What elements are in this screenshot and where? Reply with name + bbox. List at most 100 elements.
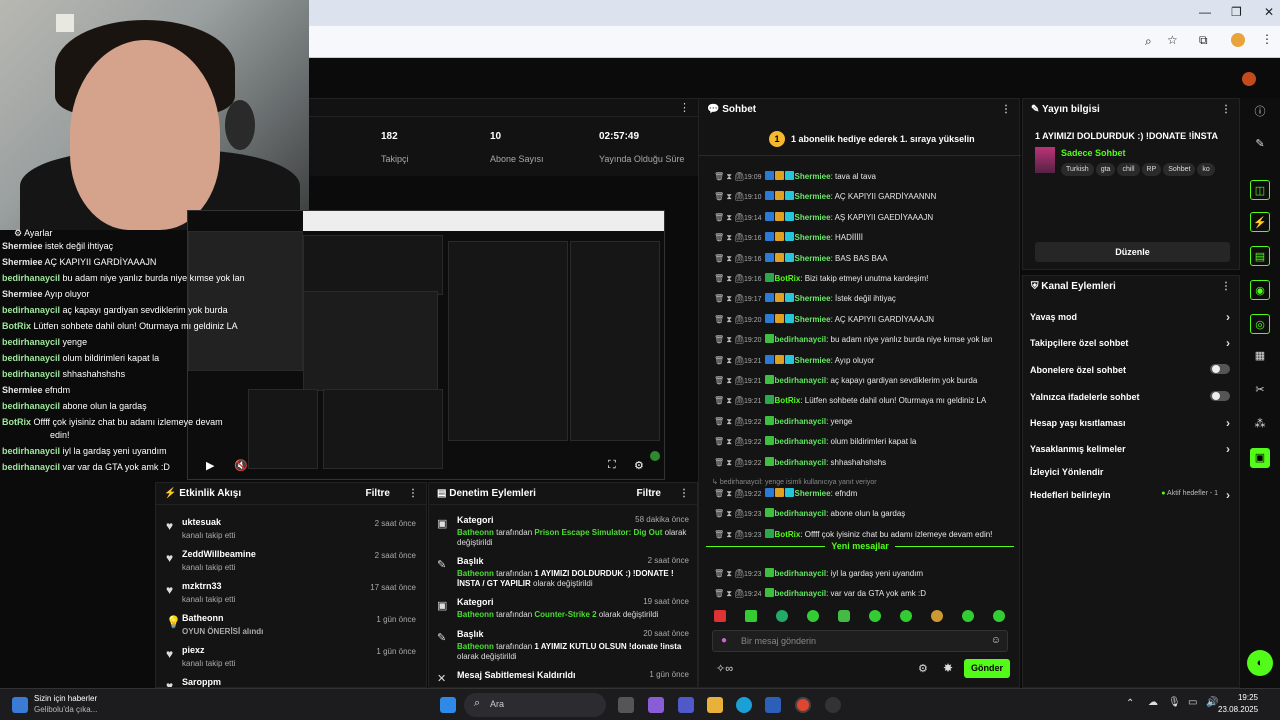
mod-controls-icon[interactable]: 🗑 ⧗ ⏲ [714,376,744,386]
chat-message[interactable]: 🗑 ⧗ ⏲19:22 bedirhanaycil: shhashahshshs [714,456,886,473]
chat-message[interactable]: 🗑 ⧗ ⏲19:20 bedirhanaycil: bu adam niye ya… [714,334,992,350]
search-box[interactable]: ⌕ Ara [464,693,606,717]
tag[interactable]: Turkish [1061,163,1094,176]
document-icon[interactable]: ▤ [1250,246,1270,266]
chat-username[interactable]: bedirhanaycil [775,509,827,518]
mod-controls-icon[interactable]: 🗑 ⧗ ⏲ [714,417,744,427]
mod-controls-icon[interactable]: 🗑 ⧗ ⏲ [714,315,744,325]
chrome-icon[interactable] [795,697,811,713]
mod-controls-icon[interactable]: 🗑 ⧗ ⏲ [714,396,744,406]
restore-icon[interactable]: ❐ [1231,5,1242,19]
emote-icon[interactable] [776,610,788,622]
stream-preview[interactable]: ▶ 🔇 ⛶ ⚙ [187,210,665,480]
chat-username[interactable]: Shermiee [795,192,831,201]
obs-icon[interactable] [825,697,841,713]
mod-controls-icon[interactable]: 🗑 ⧗ ⏲ [714,569,744,579]
mod-controls-icon[interactable]: 🗑 ⧗ ⏲ [714,335,744,345]
chat-message[interactable]: 🗑 ⧗ ⏲19:23 bedirhanaycil: iyl la gardaş y… [714,568,923,584]
tag[interactable]: ko [1197,163,1215,176]
action-subscribers-only[interactable]: Abonelere özel sohbet [1030,364,1230,375]
tag[interactable]: chill [1117,163,1140,176]
fullscreen-icon[interactable]: ⛶ [608,459,616,472]
clock-date[interactable]: 23.08.2025 [1218,705,1258,714]
emoji-icon[interactable]: ☺ [991,635,1001,646]
chat-settings-icon[interactable]: ⚙ [918,662,928,675]
chat-message[interactable]: 🗑 ⧗ ⏲19:21 bedirhanaycil: aç kapayı gardi… [714,375,977,391]
emote-icon[interactable] [962,610,974,622]
taskview-icon[interactable] [618,697,634,713]
close-icon[interactable]: ✕ [1264,5,1274,19]
action-host[interactable]: İzleyici Yönlendir [1030,467,1230,477]
clock-time[interactable]: 19:25 [1222,693,1258,702]
chat-message[interactable]: 🗑 ⧗ ⏲19:20 Shermiee: AÇ KAPIYII GARDİYAAA… [714,313,934,330]
chat-message[interactable]: 🗑 ⧗ ⏲19:16 BotRix: Bizi takip etmeyi unut… [714,273,928,289]
chat-username[interactable]: BotRix [775,396,801,405]
chat-message[interactable]: 🗑 ⧗ ⏲19:14 Shermiee: AŞ KAPIYII GAEDİYAAA… [714,211,933,228]
category-name[interactable]: Sadece Sohbet [1061,148,1126,158]
list-item[interactable]: ♥ uktesuak kanalı takip etti 2 saat önce [166,515,416,547]
action-goals[interactable]: Hedefleri belirleyin ● Aktif hedefler - 1… [1030,488,1230,502]
menu-icon[interactable]: ⋮ [1261,32,1273,46]
broadcast-icon[interactable]: ◎ [1250,314,1270,334]
zoom-icon[interactable]: ⌕ [1145,34,1152,49]
mod-controls-icon[interactable]: 🗑 ⧗ ⏲ [714,192,744,202]
action-emote-only[interactable]: Yalnızca ifadelerle sohbet [1030,391,1230,402]
mod-controls-icon[interactable]: 🗑 ⧗ ⏲ [714,294,744,304]
chat-message[interactable]: 🗑 ⧗ ⏲19:21 BotRix: Lütfen sohbete dahil o… [714,395,986,411]
windows-start-icon[interactable] [440,697,456,713]
edit-button[interactable]: Düzenle [1035,242,1230,262]
mod-controls-icon[interactable]: 🗑 ⧗ ⏲ [714,489,744,499]
chat-username[interactable]: Shermiee [795,233,831,242]
send-button[interactable]: Gönder [964,659,1010,678]
lightning-icon[interactable]: ⚡ [1250,212,1270,232]
chat-message[interactable]: 🗑 ⧗ ⏲19:09 Shermiee: tava al tava [714,171,876,187]
mod-controls-icon[interactable]: 🗑 ⧗ ⏲ [714,254,744,264]
chat-message[interactable]: 🗑 ⧗ ⏲19:10 Shermiee: AÇ KAPIYII GARDİYAAN… [714,191,936,207]
network-icon[interactable]: ▭ [1188,697,1197,708]
weather-icon[interactable] [12,697,28,713]
mic-icon[interactable]: 🎙 [1168,697,1181,708]
emote-only-toggle[interactable] [1210,391,1230,401]
chat-username[interactable]: bedirhanaycil [775,589,827,598]
user-avatar[interactable] [1242,72,1256,86]
chat-message[interactable]: 🗑 ⧗ ⏲19:22 Shermiee: efndm [714,488,857,504]
chat-username[interactable]: bedirhanaycil [775,569,827,578]
chat-username[interactable]: bedirhanaycil [775,335,827,344]
emote-icon[interactable] [838,610,850,622]
edge-icon[interactable] [736,697,752,713]
tag[interactable]: gta [1095,163,1116,176]
volume-icon[interactable]: 🔊 [1206,697,1218,708]
support-icon[interactable]: ◐ [1247,650,1273,676]
chat-message[interactable]: 🗑 ⧗ ⏲19:22 bedirhanaycil: yenge [714,415,852,432]
more-icon[interactable]: ⋮ [408,483,418,505]
new-messages-divider[interactable]: Yeni mesajlar [706,541,1014,558]
profile-icon[interactable] [1231,33,1245,47]
mod-controls-icon[interactable]: 🗑 ⧗ ⏲ [714,530,744,540]
chat-input-box[interactable]: ● Bir mesaj gönderin ☺ [712,630,1008,652]
chat-username[interactable]: Shermiee [795,356,831,365]
mod-controls-icon[interactable]: 🗑 ⧗ ⏲ [714,589,744,599]
tag[interactable]: Sohbet [1163,163,1196,176]
mod-controls-icon[interactable]: 🗑 ⧗ ⏲ [714,356,744,366]
emote-icon[interactable] [869,610,881,622]
layout-icon[interactable]: ▦ [1250,346,1270,366]
mod-controls-icon[interactable]: 🗑 ⧗ ⏲ [714,213,744,223]
list-item[interactable]: ♥ mzktrn33 kanalı takip etti 17 saat önce [166,579,416,611]
chat-message[interactable]: 🗑 ⧗ ⏲19:22 bedirhanaycil: olum bildirimle… [714,436,916,452]
chat-username[interactable]: BotRix [775,274,801,283]
chat-username[interactable]: Shermiee [795,294,831,303]
chat-username[interactable]: bedirhanaycil [775,437,827,446]
folder-icon[interactable] [707,697,723,713]
clip-icon[interactable]: ◫ [1250,180,1270,200]
mod-controls-icon[interactable]: 🗑 ⧗ ⏲ [714,274,744,284]
mod-controls-icon[interactable]: 🗑 ⧗ ⏲ [714,509,744,519]
settings-gear-icon[interactable]: ⚙ [634,459,644,472]
chat-username[interactable]: Shermiee [795,489,831,498]
chat-username[interactable]: Shermiee [795,213,831,222]
list-item[interactable]: 💡 Batheonn OYUN ÖNERİSİ alındı 1 gün önce [166,611,416,643]
tag[interactable]: RP [1141,163,1162,176]
pinned-goal[interactable]: 11 abonelik hediye ederek 1. sıraya yüks… [769,131,975,147]
bookmark-star-icon[interactable]: ☆ [1167,33,1178,47]
subs-only-toggle[interactable] [1210,364,1230,374]
tools-icon[interactable]: ✂ [1250,380,1270,400]
